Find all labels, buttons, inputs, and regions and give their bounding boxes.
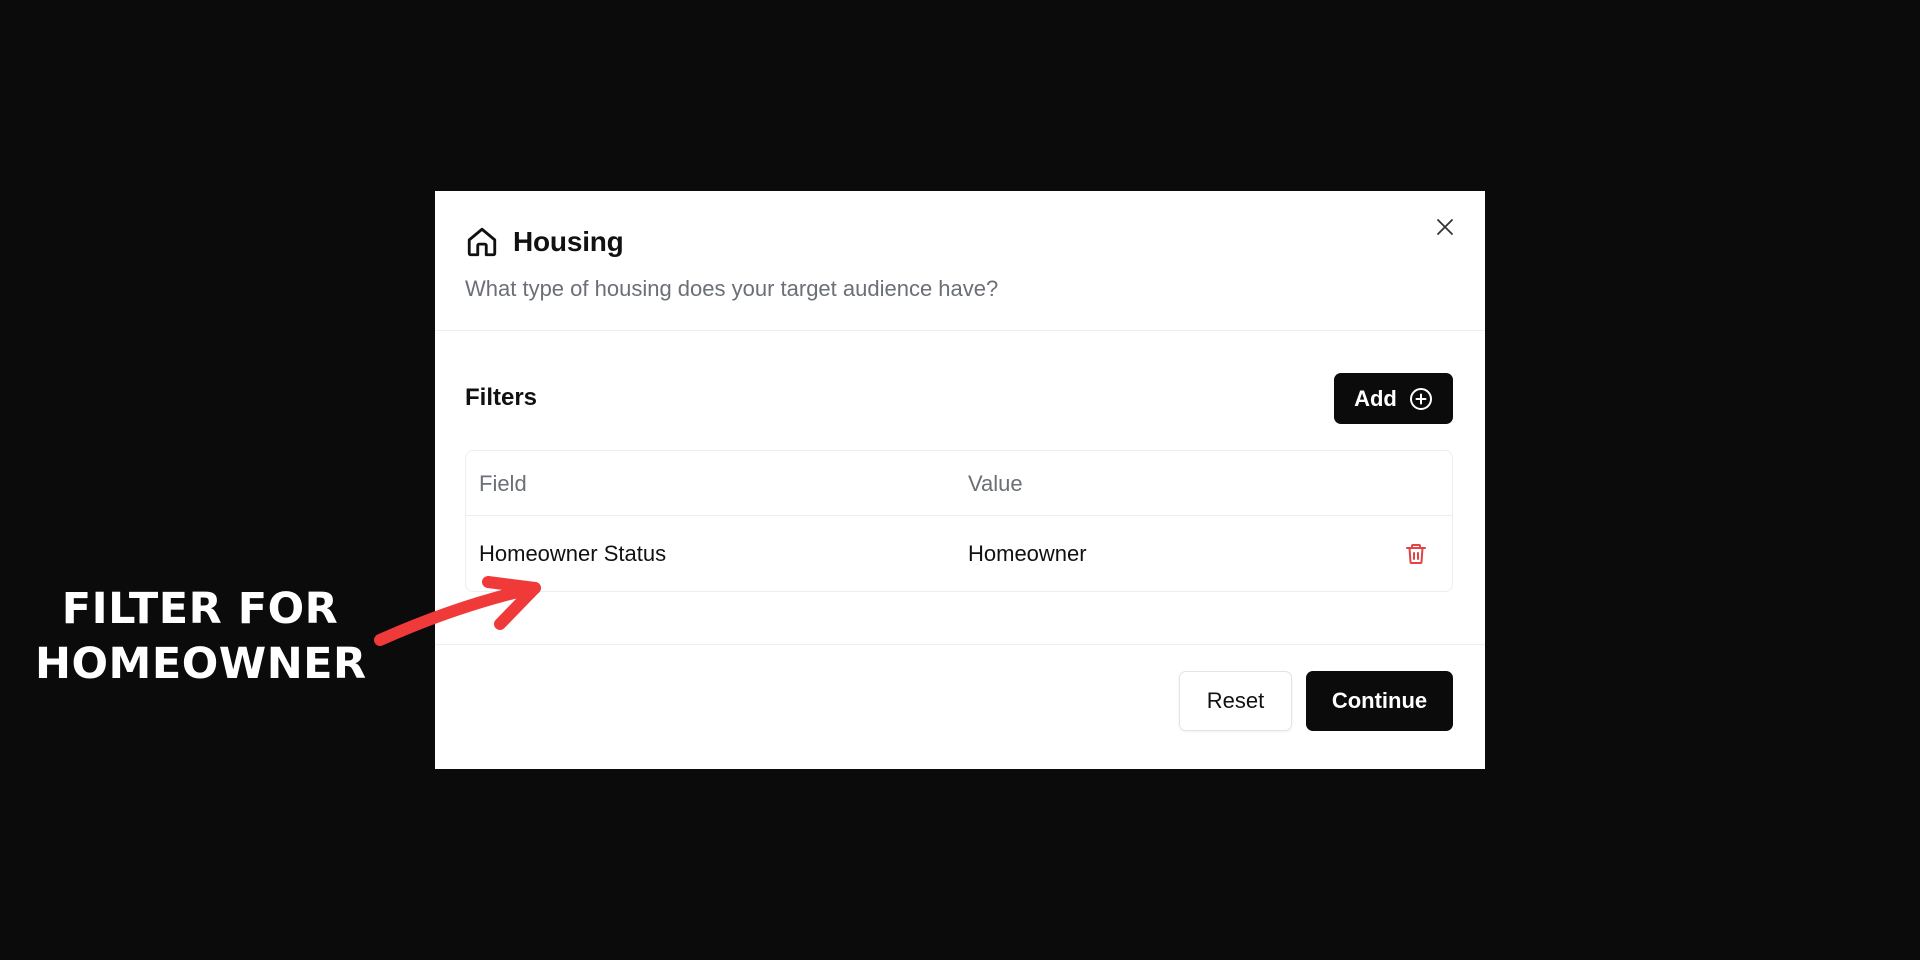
plus-circle-icon	[1409, 387, 1432, 410]
column-header-value: Value	[968, 471, 1023, 496]
delete-filter-button[interactable]	[1402, 540, 1430, 568]
close-icon	[1437, 219, 1453, 235]
dialog-subtitle: What type of housing does your target au…	[465, 276, 999, 301]
close-button[interactable]	[1431, 213, 1459, 241]
screen-backdrop: Housing What type of housing does your t…	[0, 0, 1920, 960]
table-header: Field Value	[466, 451, 1452, 516]
row-field-cell: Homeowner Status	[479, 541, 667, 566]
add-button-label: Add	[1354, 385, 1397, 411]
home-icon	[465, 225, 499, 259]
filters-heading: Filters	[465, 384, 538, 411]
filters-table: Field Value Homeowner Status Homeowner	[465, 450, 1453, 592]
dialog-header: Housing What type of housing does your t…	[435, 191, 1485, 331]
housing-dialog: Housing What type of housing does your t…	[435, 191, 1485, 769]
dialog-body: Filters Add Field Value Homeowner Status…	[435, 331, 1485, 645]
annotation-line-2: HOMEOWNER	[35, 639, 367, 689]
dialog-title: Housing	[513, 226, 624, 257]
annotation-label: FILTER FOR HOMEOWNER	[35, 582, 367, 692]
trash-icon	[1406, 544, 1426, 564]
annotation-line-1: FILTER FOR	[61, 584, 339, 634]
continue-button[interactable]: Continue	[1306, 671, 1453, 731]
table-row: Homeowner Status Homeowner	[466, 516, 1452, 592]
title-row: Housing	[465, 225, 624, 259]
column-header-field: Field	[479, 471, 527, 496]
dialog-footer: Reset Continue	[435, 645, 1485, 769]
add-filter-button[interactable]: Add	[1334, 373, 1453, 424]
row-value-cell: Homeowner	[968, 541, 1087, 566]
arrow-icon	[374, 576, 541, 646]
reset-button[interactable]: Reset	[1179, 671, 1292, 731]
